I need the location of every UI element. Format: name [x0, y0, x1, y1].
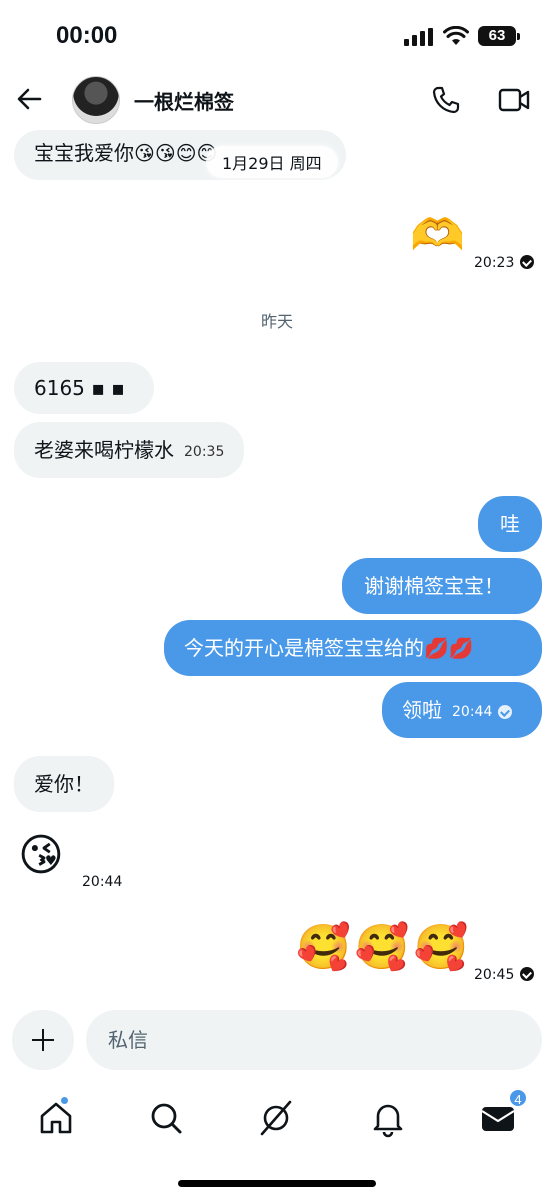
bottom-nav: 4	[0, 1088, 554, 1150]
message-incoming[interactable]: 6165 ▪ ▪	[14, 362, 154, 414]
dm-input[interactable]	[86, 1010, 542, 1070]
message-outgoing[interactable]: 哇	[478, 496, 542, 552]
notification-dot	[60, 1096, 69, 1105]
message-timestamp: 20:44	[82, 874, 123, 890]
battery-indicator: 63	[478, 26, 520, 46]
message-outgoing-emoji[interactable]: 🥰🥰🥰	[296, 926, 472, 970]
status-time: 00:00	[56, 22, 118, 49]
nav-home[interactable]	[36, 1096, 76, 1138]
wifi-icon	[443, 26, 469, 45]
chat-header: 一根烂棉签	[0, 70, 554, 130]
day-divider: 昨天	[260, 312, 293, 331]
message-incoming[interactable]: 老婆来喝柠檬水 20:35	[14, 422, 245, 478]
message-text: 今天的开心是棉签宝宝给的💋💋	[184, 636, 474, 660]
nav-notifications[interactable]	[368, 1098, 408, 1138]
home-icon	[40, 1102, 72, 1134]
nav-grok[interactable]	[256, 1098, 296, 1138]
message-incoming-emoji[interactable]: 😘	[18, 834, 64, 878]
home-indicator[interactable]	[178, 1180, 376, 1187]
read-check-icon	[520, 967, 535, 981]
message-text: 哇	[500, 512, 520, 536]
nav-search[interactable]	[146, 1098, 186, 1138]
message-text: 宝宝我爱你😘😘😊😊	[34, 141, 218, 165]
messages-badge: 4	[508, 1088, 528, 1108]
video-icon[interactable]	[498, 86, 530, 114]
grok-icon	[260, 1100, 292, 1136]
contact-avatar[interactable]	[72, 76, 120, 124]
message-outgoing[interactable]: 今天的开心是棉签宝宝给的💋💋	[164, 620, 542, 676]
message-text: 谢谢棉签宝宝！	[364, 574, 504, 598]
message-timestamp: 20:45	[474, 967, 535, 983]
status-bar: 00:00 63	[0, 0, 554, 70]
message-text: 爱你！	[34, 772, 94, 796]
message-time: 20:44	[452, 703, 493, 720]
nav-messages[interactable]: 4	[478, 1088, 528, 1138]
message-outgoing[interactable]: 谢谢棉签宝宝！	[342, 558, 542, 614]
message-text: 领啦	[402, 698, 442, 722]
message-incoming[interactable]: 爱你！	[14, 756, 114, 812]
contact-name[interactable]: 一根烂棉签	[134, 86, 234, 115]
cellular-signal-icon	[404, 28, 433, 46]
message-text: 老婆来喝柠檬水	[34, 438, 174, 462]
message-outgoing-emoji[interactable]: 🫶	[410, 214, 465, 258]
search-icon	[151, 1103, 182, 1134]
date-divider: 1月29日 周四	[206, 146, 338, 178]
plus-icon[interactable]	[12, 1010, 74, 1070]
message-text: 6165 ▪ ▪	[34, 376, 125, 400]
message-time: 20:35	[184, 443, 225, 460]
message-outgoing[interactable]: 领啦 20:44	[382, 682, 542, 738]
bell-icon	[373, 1104, 403, 1138]
read-check-icon	[520, 255, 535, 269]
message-timestamp: 20:23	[474, 255, 535, 271]
back-arrow-icon[interactable]	[14, 84, 44, 114]
phone-icon[interactable]	[430, 84, 462, 116]
read-check-icon	[498, 705, 513, 719]
